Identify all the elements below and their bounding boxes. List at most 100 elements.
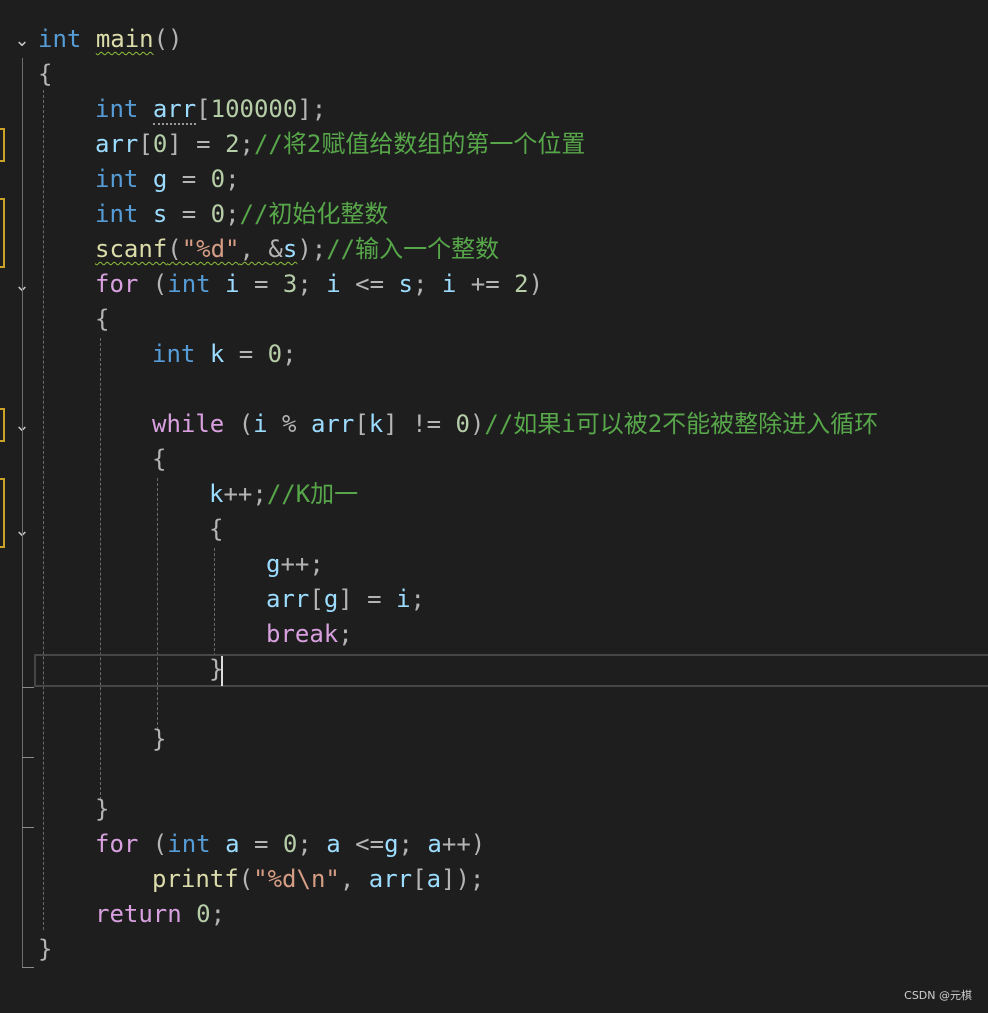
punctuation: ; <box>282 340 297 368</box>
code-line[interactable]: g++; <box>266 547 324 582</box>
comment: //初始化整数 <box>239 200 389 228</box>
code-line[interactable]: { <box>95 302 109 337</box>
outline-tick <box>22 757 34 758</box>
variable[interactable]: i <box>442 270 456 298</box>
indent-guide <box>43 90 44 930</box>
code-line[interactable]: } <box>95 792 109 827</box>
code-line[interactable]: int k = 0; <box>152 337 297 372</box>
code-line[interactable]: for (int i = 3; i <= s; i += 2) <box>95 267 543 302</box>
punctuation: ); <box>297 235 327 263</box>
comment: //如果i可以被2不能被整除进入循环 <box>484 410 879 438</box>
function-name[interactable]: scanf <box>95 235 167 263</box>
punctuation: ; <box>210 900 226 928</box>
punctuation: ) <box>469 410 485 438</box>
punctuation: ; <box>225 200 240 228</box>
code-line[interactable]: printf("%d\n", arr[a]); <box>152 862 484 897</box>
variable[interactable]: g <box>324 585 338 613</box>
code-line[interactable]: return 0; <box>95 897 225 932</box>
string-literal: "%d" <box>181 235 240 263</box>
variable[interactable]: arr <box>266 585 309 613</box>
control-keyword: break <box>266 620 339 648</box>
operator: = <box>167 165 211 193</box>
outline-tick <box>22 687 34 688</box>
brace: } <box>38 935 53 963</box>
variable[interactable]: g <box>153 165 167 193</box>
outline-tick <box>22 827 34 828</box>
variable[interactable]: g <box>384 830 398 858</box>
code-line[interactable]: for (int a = 0; a <=g; a++) <box>95 827 485 862</box>
variable[interactable]: i <box>326 270 340 298</box>
variable[interactable]: a <box>326 830 340 858</box>
string-literal: "%d\n" <box>253 865 340 893</box>
operator: = <box>181 130 226 158</box>
code-editor[interactable]: ⌄ ⌄ ⌄ ⌄ int main() { int arr[100000]; ar… <box>0 0 988 1013</box>
punctuation: [ <box>412 865 427 893</box>
variable[interactable]: s <box>283 235 297 263</box>
control-keyword: for <box>95 830 139 858</box>
function-name[interactable]: main <box>96 25 154 53</box>
variable[interactable]: arr <box>369 865 412 893</box>
punctuation: [ <box>196 95 211 123</box>
punctuation: ; <box>225 165 240 193</box>
punctuation: , <box>239 235 269 263</box>
variable[interactable]: i <box>225 270 239 298</box>
comment: //K加一 <box>266 480 359 508</box>
punctuation: ; <box>297 270 327 298</box>
code-line[interactable]: k++;//K加一 <box>209 477 358 512</box>
variable[interactable]: k <box>369 410 383 438</box>
variable[interactable]: a <box>427 865 441 893</box>
outline-line <box>22 58 23 968</box>
indent-guide <box>157 478 158 730</box>
punctuation: ] <box>338 585 353 613</box>
code-line[interactable]: arr[0] = 2;//将2赋值给数组的第一个位置 <box>95 127 585 162</box>
variable[interactable]: g <box>266 550 280 578</box>
number: 100000 <box>210 95 298 123</box>
brace: { <box>38 60 53 88</box>
code-line[interactable]: int main() <box>38 22 183 57</box>
punctuation: ( <box>224 410 254 438</box>
variable[interactable]: a <box>427 830 441 858</box>
variable[interactable]: k <box>209 480 223 508</box>
operator: % <box>267 410 311 438</box>
variable[interactable]: arr <box>95 130 138 158</box>
code-line[interactable]: scanf("%d", &s);//输入一个整数 <box>95 232 499 267</box>
code-line[interactable]: arr[g] = i; <box>266 582 425 617</box>
change-marker <box>0 478 5 548</box>
keyword: int <box>167 830 211 858</box>
variable[interactable]: a <box>225 830 239 858</box>
code-line[interactable]: } <box>152 722 166 757</box>
brace: } <box>95 795 110 823</box>
punctuation: [ <box>354 410 369 438</box>
punctuation: ( <box>238 865 254 893</box>
code-line[interactable]: { <box>152 442 166 477</box>
code-line[interactable]: { <box>38 57 52 92</box>
punctuation: ; <box>297 830 327 858</box>
variable[interactable]: arr <box>152 95 197 125</box>
variable[interactable]: s <box>399 270 413 298</box>
code-line[interactable]: break; <box>266 617 353 652</box>
variable[interactable]: i <box>396 585 410 613</box>
number: 0 <box>210 165 226 193</box>
code-line[interactable]: int arr[100000]; <box>95 92 326 127</box>
chevron-down-icon[interactable]: ⌄ <box>12 31 32 51</box>
variable[interactable]: i <box>253 410 267 438</box>
change-marker <box>0 408 5 442</box>
operator: != <box>397 410 456 438</box>
punctuation: ; <box>412 270 442 298</box>
code-line[interactable]: } <box>38 932 52 967</box>
variable[interactable]: s <box>153 200 167 228</box>
punctuation: ); <box>455 865 485 893</box>
code-line[interactable]: { <box>209 512 223 547</box>
change-marker <box>0 198 5 268</box>
brace: { <box>95 305 110 333</box>
operator: & <box>268 235 283 263</box>
operator: = <box>224 340 268 368</box>
function-name[interactable]: printf <box>152 865 239 893</box>
code-line[interactable]: int g = 0; <box>95 162 240 197</box>
variable[interactable]: arr <box>311 410 354 438</box>
number: 2 <box>225 130 240 158</box>
variable[interactable]: k <box>210 340 224 368</box>
comment: //输入一个整数 <box>326 235 500 263</box>
code-line[interactable]: int s = 0;//初始化整数 <box>95 197 388 232</box>
code-line[interactable]: while (i % arr[k] != 0)//如果i可以被2不能被整除进入循… <box>152 407 878 442</box>
